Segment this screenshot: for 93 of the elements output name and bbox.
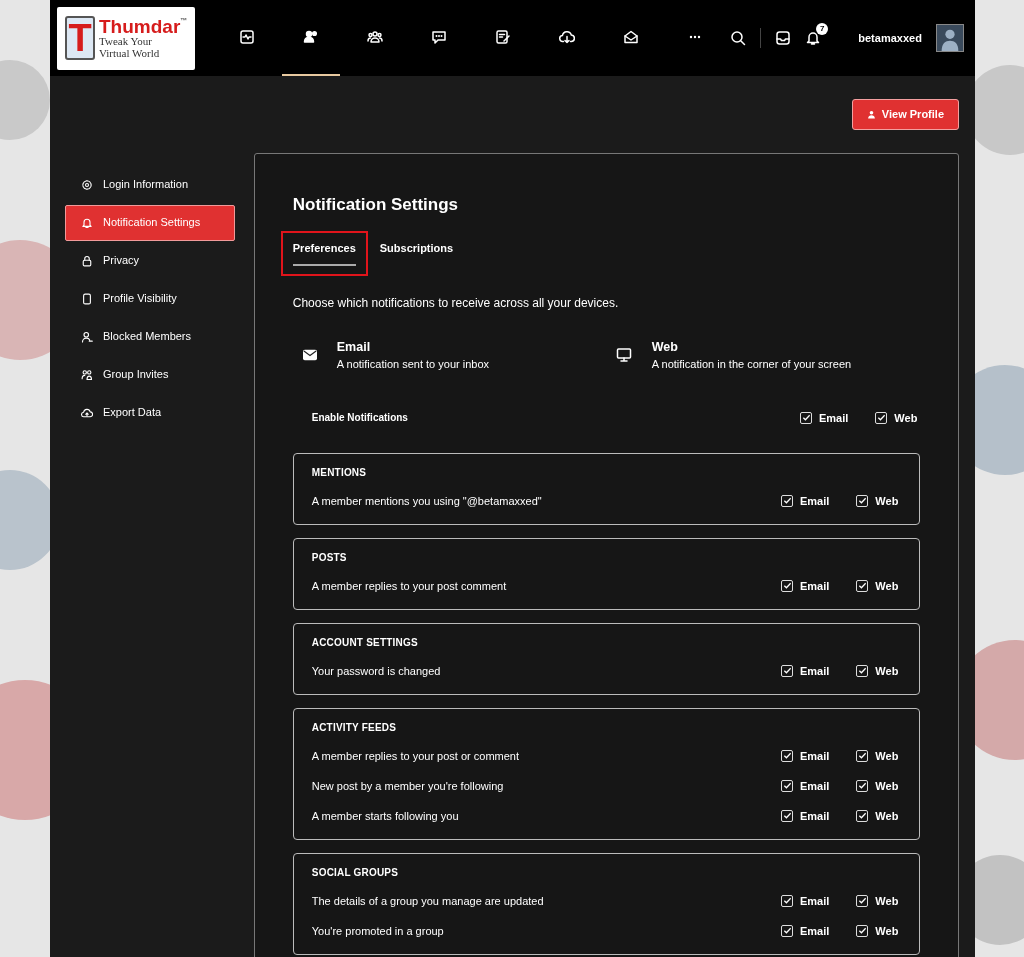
view-profile-button[interactable]: View Profile <box>851 99 959 130</box>
sidebar-item[interactable]: Profile Visibility <box>65 280 235 317</box>
row-label: A member starts following you <box>311 808 459 824</box>
row-label: A member replies to your post comment <box>311 578 507 594</box>
checkmark-icon <box>857 811 867 821</box>
checkmark-icon <box>782 811 792 821</box>
sidebar-item[interactable]: Notification Settings <box>65 204 235 241</box>
envelope-icon <box>302 348 317 363</box>
chat-icon <box>431 29 448 45</box>
section-title: SOCIAL GROUPS <box>311 865 400 880</box>
checkbox[interactable]: Email <box>781 922 830 939</box>
cloud-download-icon <box>559 29 576 45</box>
lock-icon <box>81 254 93 267</box>
tab[interactable]: Subscriptions <box>367 231 466 276</box>
user-icon <box>866 109 876 119</box>
channel-description: A notification sent to your inbox <box>336 357 490 373</box>
members-icon <box>303 29 320 45</box>
checkmark-icon <box>857 751 867 761</box>
checkmark-icon <box>857 926 867 936</box>
inbox-button[interactable] <box>775 30 792 46</box>
logo-tagline: Virtual World <box>99 47 161 60</box>
checkmark-icon <box>782 666 792 676</box>
row-label: A member replies to your post or comment <box>311 748 520 764</box>
username[interactable]: betamaxxed <box>858 29 922 47</box>
row-label: Your password is changed <box>311 663 441 679</box>
checkbox[interactable]: Email <box>781 747 830 764</box>
checkbox[interactable]: Web <box>856 807 899 824</box>
section-title: MENTIONS <box>311 465 368 480</box>
sidebar-item[interactable]: Export Data <box>65 394 235 431</box>
checkbox[interactable]: Email <box>781 577 830 594</box>
checkmark-icon <box>857 781 867 791</box>
checkbox[interactable]: Web <box>856 747 899 764</box>
checkbox[interactable]: Web <box>856 777 899 794</box>
gear-icon <box>81 178 93 191</box>
checkbox[interactable]: Web <box>856 892 899 909</box>
checkmark-icon <box>801 413 811 423</box>
monitor-icon <box>615 347 632 364</box>
row-label: You're promoted in a group <box>311 923 444 939</box>
checkmark-icon <box>857 581 867 591</box>
person-icon <box>81 330 93 343</box>
sidebar-item[interactable]: Login Information <box>65 166 235 203</box>
checkmark-icon <box>857 666 867 676</box>
checkmark-icon <box>782 496 792 506</box>
sidebar-item[interactable]: Group Invites <box>65 356 235 393</box>
checkbox[interactable]: Web <box>875 409 918 426</box>
channel-description: A notification in the corner of your screen <box>651 357 852 373</box>
row-label: A member mentions you using "@betamaxxed" <box>311 493 542 509</box>
people-icon <box>81 368 93 381</box>
channel-title: Web <box>651 338 679 356</box>
notes-icon <box>495 29 512 45</box>
row-label: The details of a group you manage are updated <box>311 893 544 909</box>
notification-count: 7 <box>816 23 829 35</box>
channel-title: Email <box>336 338 372 356</box>
phone-icon <box>81 292 93 305</box>
checkmark-icon <box>782 926 792 936</box>
checkbox[interactable]: Email <box>781 492 830 509</box>
search-button[interactable] <box>730 30 747 46</box>
tab[interactable]: Preferences <box>280 231 368 276</box>
checkbox[interactable]: Email <box>781 777 830 794</box>
checkbox[interactable]: Email <box>781 807 830 824</box>
section-title: ACTIVITY FEEDS <box>311 720 398 735</box>
checkbox[interactable]: Web <box>856 922 899 939</box>
section-title: POSTS <box>311 550 348 565</box>
checkmark-icon <box>782 896 792 906</box>
activity-icon <box>239 29 256 45</box>
bell-icon <box>805 30 822 46</box>
checkmark-icon <box>857 496 867 506</box>
avatar[interactable] <box>935 24 964 52</box>
row-label: Enable Notifications <box>311 411 408 426</box>
checkmark-icon <box>857 896 867 906</box>
cloud-upload-icon <box>81 406 93 419</box>
intro-text: Choose which notifications to receive across all your devices. <box>292 294 620 312</box>
checkbox[interactable]: Email <box>800 409 849 426</box>
sidebar-item[interactable]: Privacy <box>65 242 235 279</box>
bell-button[interactable]: 7 <box>805 23 829 46</box>
checkbox[interactable]: Email <box>781 662 830 679</box>
mail-icon <box>623 29 640 45</box>
logo-mark: T <box>65 16 95 60</box>
row-label: New post by a member you're following <box>311 778 504 794</box>
checkmark-icon <box>782 751 792 761</box>
checkmark-icon <box>782 581 792 591</box>
checkbox[interactable]: Web <box>856 662 899 679</box>
checkmark-icon <box>876 413 886 423</box>
logo-tagline: Tweak Your <box>99 35 153 48</box>
page-title: Notification Settings <box>292 193 460 216</box>
bell-icon <box>81 216 93 229</box>
checkbox[interactable]: Web <box>856 577 899 594</box>
checkmark-icon <box>782 781 792 791</box>
sidebar-item[interactable]: Blocked Members <box>65 318 235 355</box>
checkbox[interactable]: Web <box>856 492 899 509</box>
checkbox[interactable]: Email <box>781 892 830 909</box>
section-title: ACCOUNT SETTINGS <box>311 635 419 650</box>
groups-icon <box>367 29 384 45</box>
